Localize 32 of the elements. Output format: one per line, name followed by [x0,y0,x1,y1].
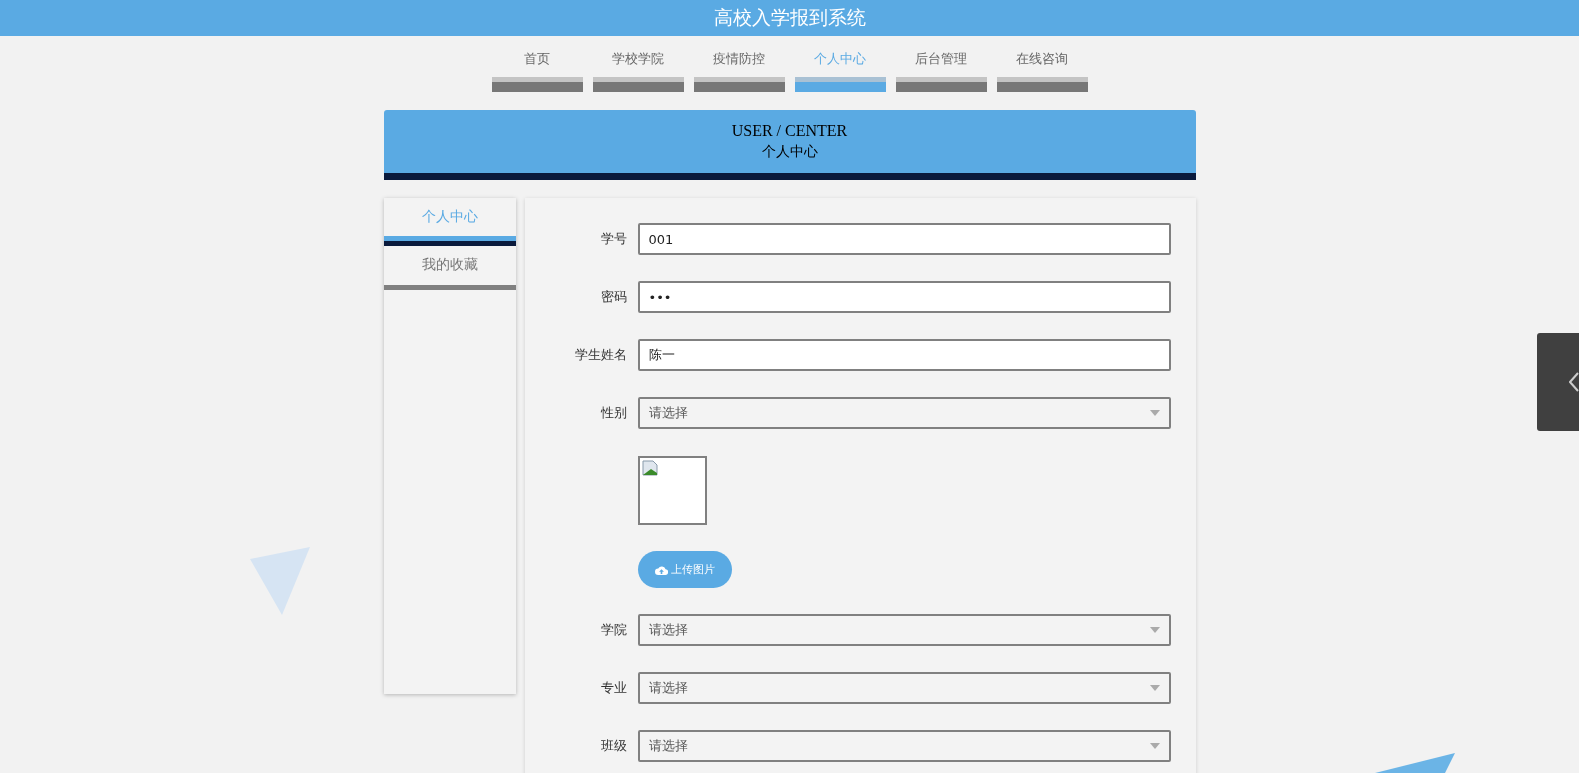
select-field[interactable]: 请选择 [637,730,1171,762]
input-field[interactable]: 陈一 [637,339,1171,371]
banner-title: USER / CENTER [731,122,848,140]
site-title: 高校入学报到系统 [713,5,866,30]
cloud-upload-icon [654,564,668,575]
select-field[interactable]: 请选择 [637,397,1171,429]
caret-icon [1149,410,1160,416]
select-field[interactable]: 请选择 [637,614,1171,646]
caret-icon [1149,743,1160,749]
field-label: 密码 [599,288,627,306]
nav-tab[interactable]: 首页 [491,50,583,92]
sidebar-item[interactable]: 我的收藏 [383,246,516,290]
banner-subtitle: 个人中心 [761,143,818,161]
field-label: 学院 [599,621,627,639]
field-label: 学号 [599,230,627,248]
nav-tab[interactable]: 疫情防控 [693,50,785,92]
field-label: 学生姓名 [573,346,627,364]
triangle-decoration [250,547,310,615]
broken-image-icon [641,459,658,476]
field-label: 班级 [599,737,627,755]
field-label: 性别 [599,404,627,422]
caret-icon [1149,685,1160,691]
nav-tab[interactable]: 在线咨询 [996,50,1088,92]
chevron-left-icon [1569,372,1579,392]
nav-tab[interactable]: 后台管理 [895,50,987,92]
select-field[interactable]: 请选择 [637,672,1171,704]
side-toggle-button[interactable] [1537,333,1579,431]
input-field[interactable]: ••• [637,281,1171,313]
nav-tab[interactable]: 学校学院 [592,50,684,92]
field-label: 专业 [599,679,627,697]
caret-icon [1149,627,1160,633]
input-field[interactable]: 001 [637,223,1171,255]
